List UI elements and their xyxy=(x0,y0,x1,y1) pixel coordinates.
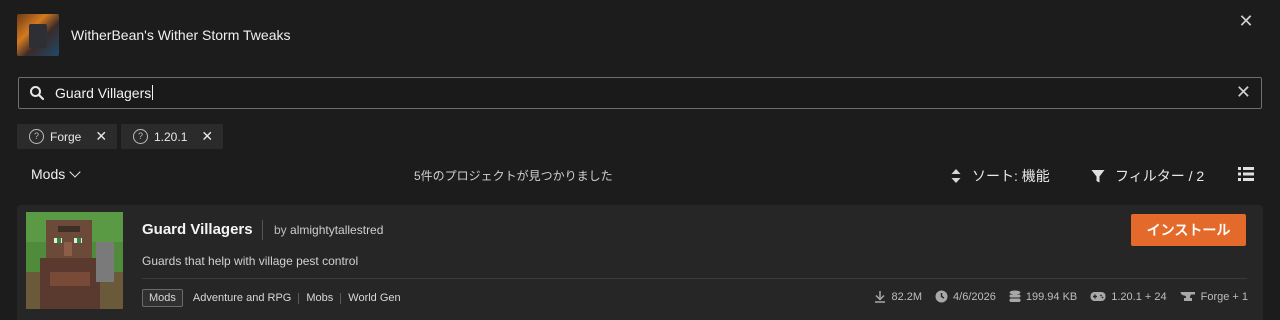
mod-result-card[interactable]: Guard Villagers by almightytallestred イン… xyxy=(17,205,1263,320)
mod-description: Guards that help with village pest contr… xyxy=(142,254,359,268)
remove-chip-icon[interactable]: ✕ xyxy=(201,128,213,145)
list-view-icon[interactable] xyxy=(1238,167,1254,181)
results-count: 5件のプロジェクトが見つかりました xyxy=(414,169,613,183)
author-prefix: by xyxy=(274,223,287,237)
download-icon xyxy=(875,291,886,303)
text-caret xyxy=(152,85,154,100)
close-icon[interactable]: ✕ xyxy=(1238,11,1253,31)
mod-author: by almightytallestred xyxy=(274,223,383,237)
mod-thumbnail xyxy=(26,212,123,309)
clock-icon xyxy=(935,290,948,303)
size-stat: 199.94 KB xyxy=(1009,290,1077,303)
search-icon xyxy=(30,86,45,101)
clear-search-icon[interactable]: ✕ xyxy=(1236,82,1251,102)
filter-label: フィルター / 2 xyxy=(1115,168,1205,184)
funnel-icon xyxy=(1091,169,1105,182)
modpack-thumbnail xyxy=(17,14,59,56)
updated-stat: 4/6/2026 xyxy=(935,290,996,303)
sort-dropdown[interactable]: ソート: 機能 xyxy=(950,166,1050,186)
filter-chip-forge: ? Forge ✕ xyxy=(17,124,118,149)
divider xyxy=(340,292,342,304)
filter-chip-version: ? 1.20.1 ✕ xyxy=(121,124,224,149)
author-name[interactable]: almightytallestred xyxy=(290,223,383,237)
filter-button[interactable]: フィルター / 2 xyxy=(1091,166,1204,186)
tag: World Gen xyxy=(348,292,401,304)
divider xyxy=(262,220,263,240)
database-icon xyxy=(1009,290,1021,302)
mod-meta: 82.2M 4/6/2026 199.94 KB 1.20.1 + 24 For… xyxy=(861,290,1248,303)
anvil-icon xyxy=(1180,292,1195,301)
chip-label: Forge xyxy=(50,129,82,144)
search-field[interactable]: Guard Villagers ✕ xyxy=(18,77,1262,109)
loader-stat: Forge + 1 xyxy=(1180,291,1248,303)
divider xyxy=(142,278,1247,279)
help-icon[interactable]: ? xyxy=(133,129,148,144)
divider xyxy=(298,292,300,304)
tag: Adventure and RPG xyxy=(192,292,292,304)
sort-icon xyxy=(951,169,961,183)
mod-name[interactable]: Guard Villagers xyxy=(142,221,253,238)
remove-chip-icon[interactable]: ✕ xyxy=(95,128,107,145)
category-label: Mods xyxy=(31,166,66,182)
downloads-stat: 82.2M xyxy=(874,290,922,303)
category-dropdown[interactable]: Mods xyxy=(31,166,81,182)
chip-label: 1.20.1 xyxy=(154,129,188,144)
install-button[interactable]: インストール xyxy=(1131,214,1246,246)
game-version-stat: 1.20.1 + 24 xyxy=(1090,291,1167,303)
search-input[interactable]: Guard Villagers xyxy=(55,85,154,101)
chevron-down-icon xyxy=(69,166,81,178)
sort-label: ソート: 機能 xyxy=(972,168,1050,184)
tag: Mobs xyxy=(306,292,334,304)
tag-list: Mods Adventure and RPG Mobs World Gen xyxy=(142,289,401,307)
close-button[interactable]: ✕ xyxy=(1236,11,1256,31)
tag-primary: Mods xyxy=(142,289,183,307)
gamepad-icon xyxy=(1090,292,1106,301)
help-icon[interactable]: ? xyxy=(29,129,44,144)
modpack-title: WitherBean's Wither Storm Tweaks xyxy=(71,27,291,43)
